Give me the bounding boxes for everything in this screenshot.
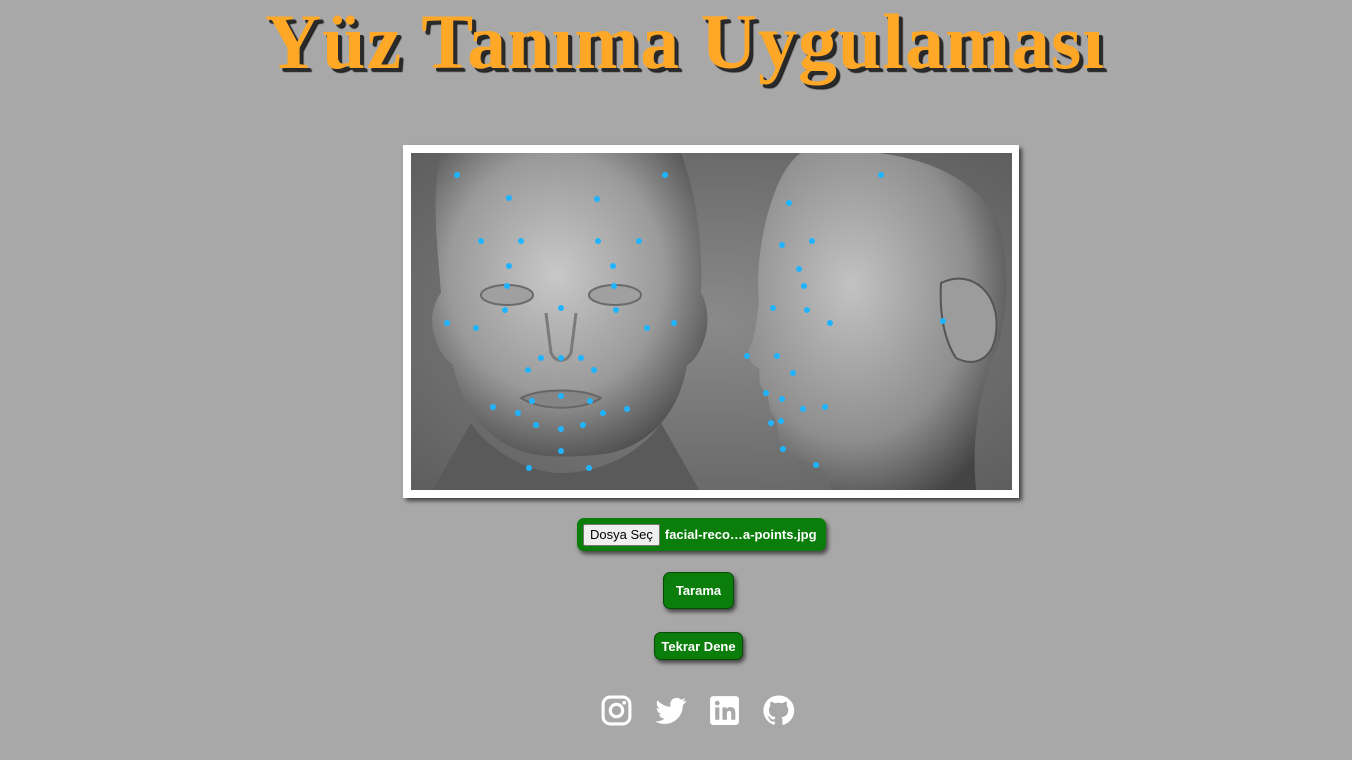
twitter-link[interactable] — [654, 694, 687, 727]
twitter-icon — [655, 697, 686, 724]
github-icon — [763, 695, 795, 725]
page: Yüz Tanıma Uygulaması Dosya Seç facial-r… — [0, 0, 1352, 760]
selected-file-name: facial-reco…a-points.jpg — [664, 527, 817, 542]
linkedin-link[interactable] — [708, 694, 741, 727]
face-landmark-image — [411, 153, 1012, 490]
instagram-icon — [601, 695, 632, 725]
scan-button[interactable]: Tarama — [663, 572, 734, 609]
social-links — [600, 690, 800, 730]
page-title: Yüz Tanıma Uygulaması — [264, 0, 1106, 85]
instagram-link[interactable] — [600, 694, 633, 727]
choose-file-button[interactable]: Dosya Seç — [583, 523, 660, 546]
retry-button[interactable]: Tekrar Dene — [654, 632, 743, 660]
linkedin-icon — [710, 695, 739, 725]
github-link[interactable] — [762, 694, 795, 727]
file-upload[interactable]: Dosya Seç facial-reco…a-points.jpg — [577, 518, 826, 551]
photo-frame — [403, 145, 1019, 498]
